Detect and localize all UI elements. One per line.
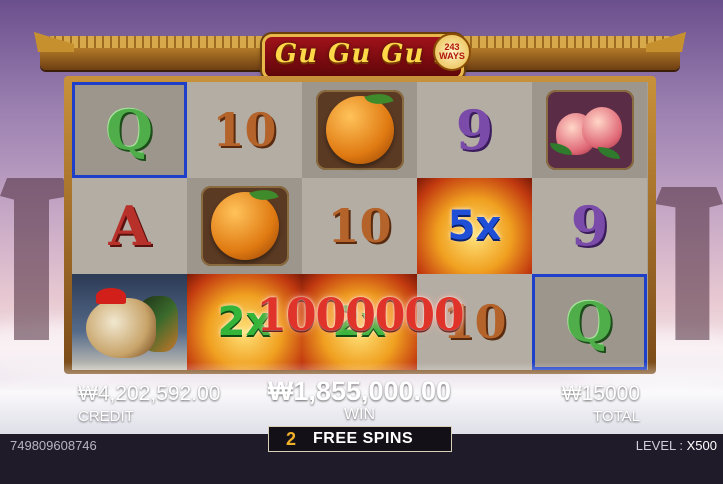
nine-symbol-label: 9: [570, 194, 609, 258]
rooster-icon: [72, 274, 187, 370]
pagoda-left-decoration: [0, 178, 70, 340]
logo-title: Gu Gu Gu 3: [275, 39, 454, 69]
leaf-icon: [248, 183, 279, 207]
multiplier-badge: 5x: [447, 203, 502, 249]
rooster-comb: [96, 288, 126, 304]
session-id: 749809608746: [10, 438, 97, 453]
free-spins-count: 2: [285, 428, 296, 449]
leaf-icon: [597, 147, 620, 159]
q-symbol: Q: [532, 274, 647, 370]
peach-icon: [549, 97, 630, 163]
q-symbol: Q: [72, 82, 187, 178]
pagoda-right-decoration: [655, 187, 723, 340]
rooster-body: [86, 298, 156, 358]
peach-fruit: [581, 107, 622, 149]
nine-symbol: 9: [417, 82, 532, 178]
game-scene: Gu Gu Gu 3 243 WAYS Q A 10 2x 10 2x 9 5x 10 9 Q 10…: [0, 0, 723, 484]
ten-symbol: 10: [187, 82, 302, 178]
orange-plate: [315, 87, 404, 170]
ten-symbol-label: 10: [327, 199, 392, 253]
bet-level: LEVEL : X500: [636, 438, 717, 453]
a-symbol-label: A: [108, 194, 151, 258]
q-symbol-label: Q: [565, 290, 614, 354]
q-symbol-label: Q: [105, 98, 154, 162]
orange-symbol: [302, 82, 417, 178]
orange-symbol: [187, 178, 302, 274]
win-label: WIN: [343, 406, 376, 423]
a-symbol: A: [72, 178, 187, 274]
big-win-amount: 1000000: [256, 290, 464, 341]
level-label: LEVEL :: [635, 438, 683, 453]
orange-plate: [200, 183, 289, 266]
gold-ingot-multiplier-symbol: 5x: [417, 178, 532, 274]
ten-symbol-label: 10: [212, 103, 277, 157]
ten-symbol: 10: [302, 178, 417, 274]
orange-icon: [210, 183, 279, 260]
level-value: X500: [686, 438, 717, 453]
game-logo: Gu Gu Gu 3 243 WAYS: [262, 33, 471, 80]
orange-icon: [325, 87, 394, 164]
reel-column-5: 9Q: [532, 82, 647, 370]
ways-label: WAYS: [439, 51, 465, 62]
leaf-icon: [363, 87, 394, 111]
free-spins-counter: 2 FREE SPINS: [268, 426, 452, 452]
nine-symbol-label: 9: [455, 98, 494, 162]
free-spins-label: FREE SPINS: [313, 430, 414, 447]
credit-label: CREDIT: [78, 408, 134, 425]
ways-badge: 243 WAYS: [433, 33, 471, 71]
gold-ingot-icon: 5x: [417, 178, 532, 274]
rooster-symbol: [72, 274, 187, 370]
total-bet-label: TOTAL: [593, 408, 640, 425]
reel-column-1: QA: [72, 82, 187, 370]
total-bet-value[interactable]: ₩15000: [540, 382, 640, 406]
credit-value: ₩4,202,592.00: [78, 382, 221, 405]
peach-symbol: [532, 82, 647, 178]
win-value: ₩1,855,000.00: [267, 376, 452, 406]
peach-plate: [545, 90, 634, 170]
nine-symbol: 9: [532, 178, 647, 274]
